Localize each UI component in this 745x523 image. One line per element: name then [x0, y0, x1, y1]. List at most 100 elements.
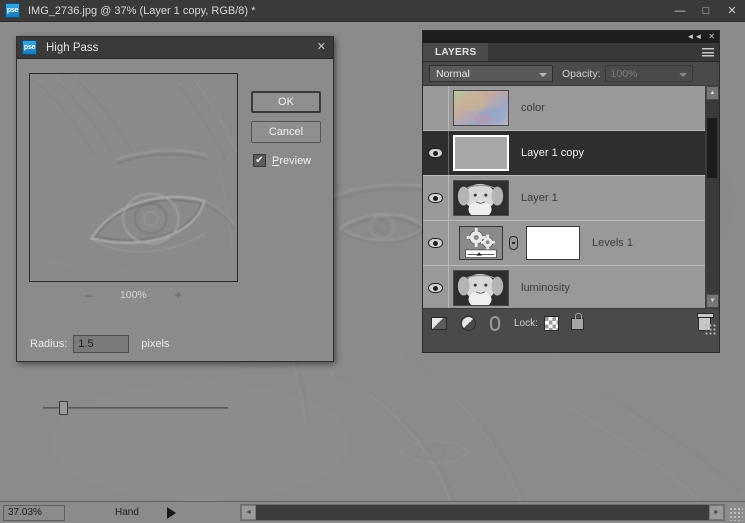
high-pass-dialog: pse High Pass ✕ – 100% + Radius: 1.5 pix… [16, 36, 334, 415]
lock-label: Lock: [514, 318, 538, 329]
close-button[interactable]: ✕ [719, 0, 745, 22]
layer-name[interactable]: color [521, 102, 545, 114]
layer-thumbnail-layer-1-copy[interactable] [453, 135, 509, 171]
blend-opacity-row: Normal Opacity: 100% [423, 62, 719, 86]
layers-panel: ◄◄ ✕ LAYERS Normal Opacity: 100% color L… [422, 30, 720, 353]
vertical-scroll-thumb[interactable] [707, 118, 717, 178]
horizontal-scroll-track[interactable] [256, 505, 709, 520]
dialog-close-icon[interactable]: ✕ [317, 42, 326, 53]
opacity-field[interactable]: 100% [604, 65, 693, 82]
layer-mask-thumbnail[interactable] [526, 226, 580, 260]
minimize-button[interactable]: — [667, 0, 693, 22]
scroll-up-arrow-icon[interactable]: ▲ [706, 86, 719, 100]
radius-slider-thumb[interactable] [59, 401, 68, 415]
scroll-down-arrow-icon[interactable]: ▼ [706, 294, 719, 308]
color-thumbnail-image [454, 91, 508, 125]
ok-button[interactable]: OK [251, 91, 321, 113]
window-title: IMG_2736.jpg @ 37% (Layer 1 copy, RGB/8)… [28, 4, 256, 17]
portrait-thumbnail-image [454, 271, 508, 305]
table-row[interactable]: Layer 1 [423, 176, 705, 221]
dialog-title: High Pass [46, 41, 99, 54]
layer-name[interactable]: Layer 1 [521, 192, 558, 204]
portrait-thumbnail-image [454, 181, 508, 215]
panel-tab-row: LAYERS [423, 43, 719, 62]
panel-topbar: ◄◄ ✕ [423, 31, 719, 43]
preview-checkbox-label: Preview [272, 155, 311, 167]
visibility-toggle-luminosity[interactable] [423, 266, 449, 310]
eye-icon[interactable] [428, 238, 443, 248]
link-mask-icon[interactable] [509, 236, 518, 250]
add-layer-mask-button[interactable] [431, 317, 447, 330]
collapse-panel-icon[interactable]: ◄◄ [686, 33, 702, 41]
maximize-button[interactable]: □ [693, 0, 719, 22]
layer-name[interactable]: luminosity [521, 282, 570, 294]
eye-icon[interactable] [428, 193, 443, 203]
adjustment-layer-icon [461, 316, 476, 331]
table-row[interactable]: Levels 1 [423, 221, 705, 266]
opacity-chevron-down-icon [678, 73, 687, 77]
layers-list[interactable]: color Layer 1 copy Layer 1 Levels 1 lumi… [423, 86, 719, 311]
radius-slider[interactable] [43, 401, 228, 415]
layers-vertical-scrollbar[interactable]: ▲ ▼ [705, 86, 719, 308]
radius-input[interactable]: 1.5 [73, 335, 130, 353]
layer-thumbnail-luminosity[interactable] [453, 270, 509, 306]
blend-mode-value: Normal [436, 67, 470, 80]
scroll-left-arrow-icon[interactable]: ◄ [241, 505, 256, 520]
add-adjustment-layer-button[interactable] [461, 316, 476, 331]
preview-zoom-out-button[interactable]: – [85, 289, 92, 301]
flat-gray-thumbnail-image [455, 137, 507, 169]
status-bar: 37.03% Hand ◄ ► [0, 501, 745, 523]
window-resize-grip[interactable] [729, 507, 743, 521]
opacity-label: Opacity: [562, 67, 601, 80]
panel-menu-icon[interactable] [702, 48, 714, 57]
play-triangle-icon[interactable] [166, 506, 176, 519]
horizontal-scrollbar[interactable]: ◄ ► [240, 504, 725, 521]
chevron-down-icon [539, 73, 547, 77]
cancel-button[interactable]: Cancel [251, 121, 321, 143]
zoom-level-field[interactable]: 37.03% [3, 504, 65, 521]
radius-label: Radius: [30, 338, 68, 350]
layer-name[interactable]: Levels 1 [592, 237, 633, 249]
window-controls: — □ ✕ [667, 0, 745, 21]
dialog-titlebar[interactable]: pse High Pass ✕ [17, 37, 333, 59]
visibility-toggle-color[interactable] [423, 86, 449, 130]
link-layers-button[interactable] [490, 316, 500, 331]
preview-zoom-in-button[interactable]: + [175, 289, 182, 301]
visibility-toggle-levels-1[interactable] [423, 221, 449, 265]
preview-image-high-pass [30, 74, 237, 281]
visibility-toggle-layer-1[interactable] [423, 176, 449, 220]
table-row[interactable]: Layer 1 copy [423, 131, 705, 176]
preview-checkbox-row[interactable]: ✔ Preview [253, 154, 311, 167]
window-titlebar: pse IMG_2736.jpg @ 37% (Layer 1 copy, RG… [0, 0, 745, 22]
blend-mode-select[interactable]: Normal [429, 65, 553, 82]
photoshop-elements-window: pse IMG_2736.jpg @ 37% (Layer 1 copy, RG… [0, 0, 745, 523]
eye-icon[interactable] [428, 148, 443, 158]
vertical-scroll-track[interactable] [706, 100, 719, 294]
layer-rows: color Layer 1 copy Layer 1 Levels 1 lumi… [423, 86, 705, 311]
current-tool-label: Hand [115, 507, 139, 518]
app-logo-icon: pse [5, 3, 20, 18]
radius-control-row: Radius: 1.5 pixels [30, 335, 169, 353]
dialog-body: – 100% + Radius: 1.5 pixels OK Cancel ✔ [17, 59, 333, 415]
layers-panel-toolbar: Lock: [423, 308, 719, 338]
layer-name[interactable]: Layer 1 copy [521, 147, 584, 159]
preview-label-rest: review [279, 154, 312, 167]
lock-transparency-icon[interactable] [543, 316, 559, 331]
panel-resize-grip[interactable] [705, 324, 717, 336]
layer-thumbnail-color[interactable] [453, 90, 509, 126]
close-panel-icon[interactable]: ✕ [708, 33, 715, 41]
gears-icon [460, 227, 502, 260]
lock-all-icon[interactable] [570, 312, 584, 330]
adjustment-layer-thumbnail[interactable] [459, 226, 503, 260]
visibility-toggle-layer-1-copy[interactable] [423, 131, 449, 175]
tab-layers[interactable]: LAYERS [423, 43, 489, 61]
layer-thumbnail-layer-1[interactable] [453, 180, 509, 216]
radius-slider-track[interactable] [43, 407, 228, 409]
table-row[interactable]: color [423, 86, 705, 131]
scroll-right-arrow-icon[interactable]: ► [709, 505, 724, 520]
filter-preview[interactable] [29, 73, 238, 282]
preview-checkbox[interactable]: ✔ [253, 154, 266, 167]
table-row[interactable]: luminosity [423, 266, 705, 311]
eye-icon[interactable] [428, 283, 443, 293]
link-icon [490, 316, 500, 331]
